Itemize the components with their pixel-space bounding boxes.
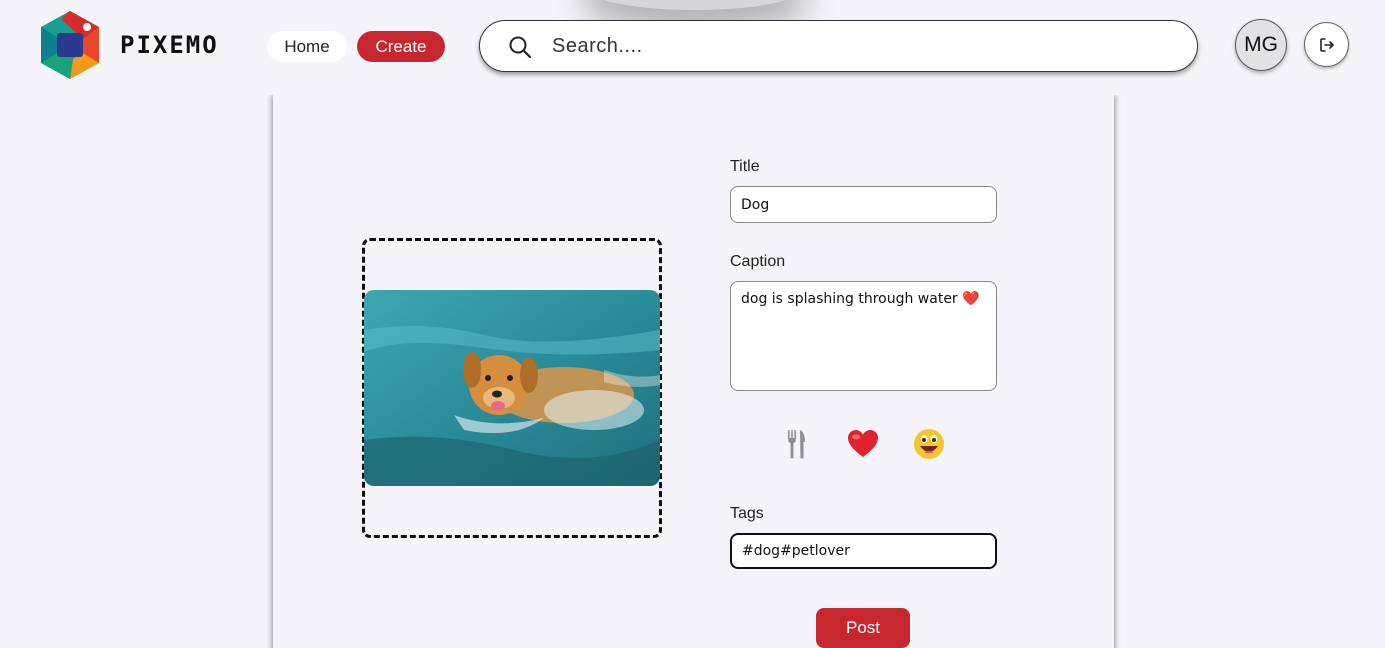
search-input[interactable]: [552, 31, 1152, 61]
grinning-face-emoji-button[interactable]: [912, 427, 946, 461]
post-button[interactable]: Post: [816, 608, 910, 648]
fork-knife-icon: [788, 430, 805, 459]
logout-icon: [1319, 37, 1334, 52]
nav-home-button[interactable]: Home: [267, 31, 347, 62]
fork-knife-emoji-button[interactable]: [780, 427, 814, 461]
caption-textarea[interactable]: dog is splashing through water ❤️: [730, 281, 997, 391]
nav-create-button[interactable]: Create: [357, 31, 445, 62]
title-label: Title: [730, 158, 760, 175]
heart-emoji-button[interactable]: [846, 427, 880, 461]
title-input[interactable]: [730, 186, 997, 223]
tags-input[interactable]: [730, 533, 997, 569]
heart-icon: [848, 430, 878, 457]
search-bar[interactable]: [479, 20, 1198, 72]
brand-name: PIXEMO: [120, 31, 219, 59]
tags-label: Tags: [730, 505, 764, 522]
header-shadow-decoration: [590, 0, 800, 10]
top-header: PIXEMO Home Create MG: [0, 0, 1385, 95]
logout-button[interactable]: [1304, 22, 1349, 67]
user-avatar[interactable]: MG: [1235, 19, 1287, 71]
pixemo-logo[interactable]: [37, 9, 103, 81]
grinning-face-icon: [914, 429, 944, 459]
uploaded-image-preview: [364, 290, 660, 486]
search-icon[interactable]: [508, 35, 532, 59]
caption-label: Caption: [730, 253, 786, 270]
